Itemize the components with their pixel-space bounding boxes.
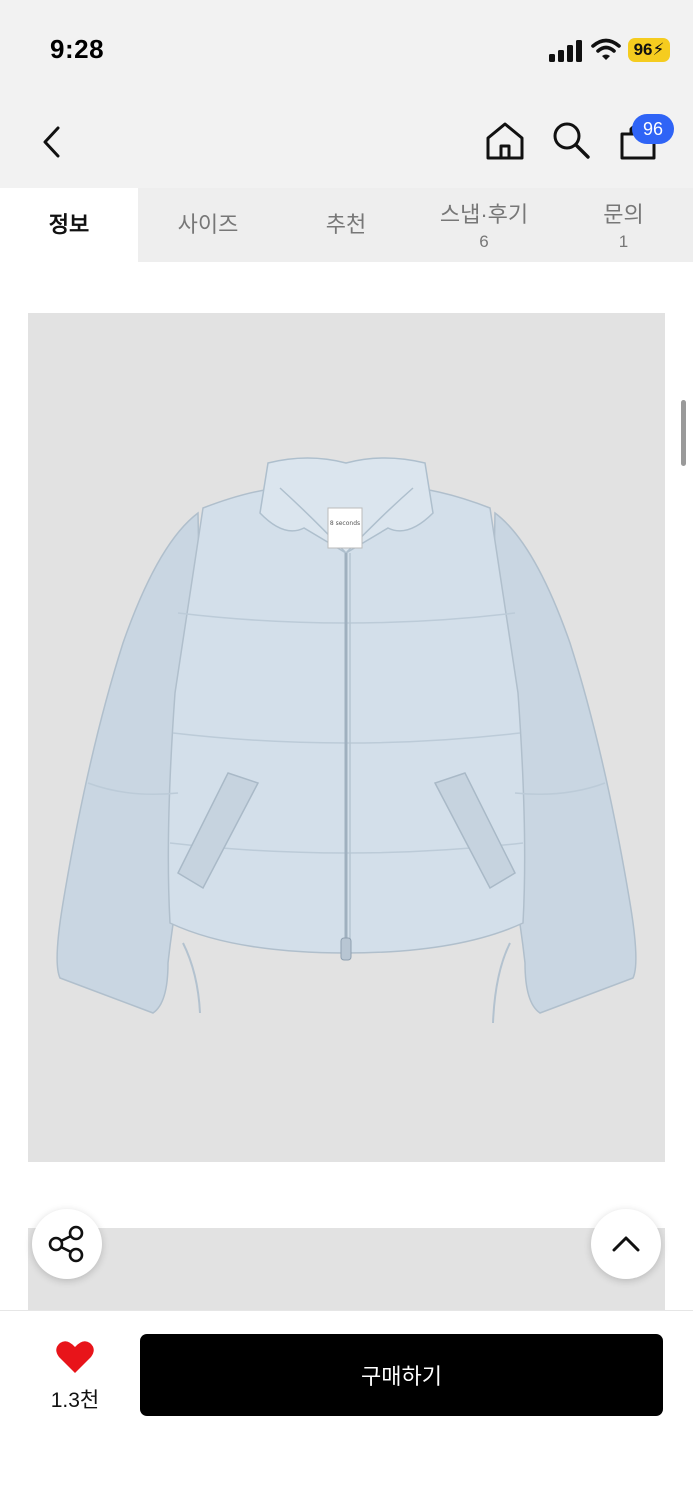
tab-snap-review[interactable]: 스냅·후기 6: [414, 188, 554, 262]
tab-label: 정보: [48, 212, 90, 237]
home-icon: [486, 122, 524, 160]
status-time: 9:28: [50, 34, 105, 64]
tab-label: 문의: [603, 202, 644, 227]
tab-recommend[interactable]: 추천: [278, 188, 414, 262]
tab-count: 1: [618, 232, 629, 251]
home-button[interactable]: [484, 120, 526, 162]
status-bar: 9:28 96⚡: [0, 0, 693, 100]
wifi-icon: [591, 38, 621, 60]
app-header: 96: [0, 100, 693, 188]
heart-icon: [56, 1341, 94, 1373]
search-button[interactable]: [551, 120, 591, 160]
cart-count-badge: 96: [632, 114, 674, 144]
battery-indicator: 96⚡: [628, 38, 670, 62]
puffer-jacket-illustration: 8 seconds: [56, 457, 637, 1024]
back-button[interactable]: [36, 122, 70, 162]
cellular-signal-icon: [549, 40, 582, 62]
battery-level: 96: [633, 40, 653, 59]
bottom-action-bar: 1.3천 구매하기: [0, 1310, 693, 1500]
tab-label: 추천: [325, 212, 367, 237]
share-icon: [48, 1225, 84, 1263]
scrollbar[interactable]: [681, 400, 686, 466]
share-button[interactable]: [32, 1209, 102, 1279]
tab-label: 스냅·후기: [439, 202, 529, 227]
product-tabs: 정보 사이즈 추천 스냅·후기 6 문의 1: [0, 188, 693, 262]
tab-count: 6: [479, 232, 489, 251]
buy-button[interactable]: 구매하기: [140, 1334, 663, 1416]
tab-info[interactable]: 정보: [0, 188, 138, 262]
tab-inquiry[interactable]: 문의 1: [554, 188, 693, 262]
tab-label: 사이즈: [177, 212, 239, 237]
neck-label-text: 8 seconds: [330, 520, 360, 527]
charging-bolt-icon: ⚡: [652, 40, 665, 59]
chevron-left-icon: [43, 126, 60, 158]
chevron-up-icon: [612, 1236, 640, 1252]
tab-size[interactable]: 사이즈: [138, 188, 278, 262]
product-image: 8 seconds: [28, 313, 665, 1162]
like-count: 1.3천: [50, 1389, 100, 1412]
scroll-to-top-button[interactable]: [591, 1209, 661, 1279]
like-button[interactable]: 1.3천: [40, 1339, 110, 1419]
